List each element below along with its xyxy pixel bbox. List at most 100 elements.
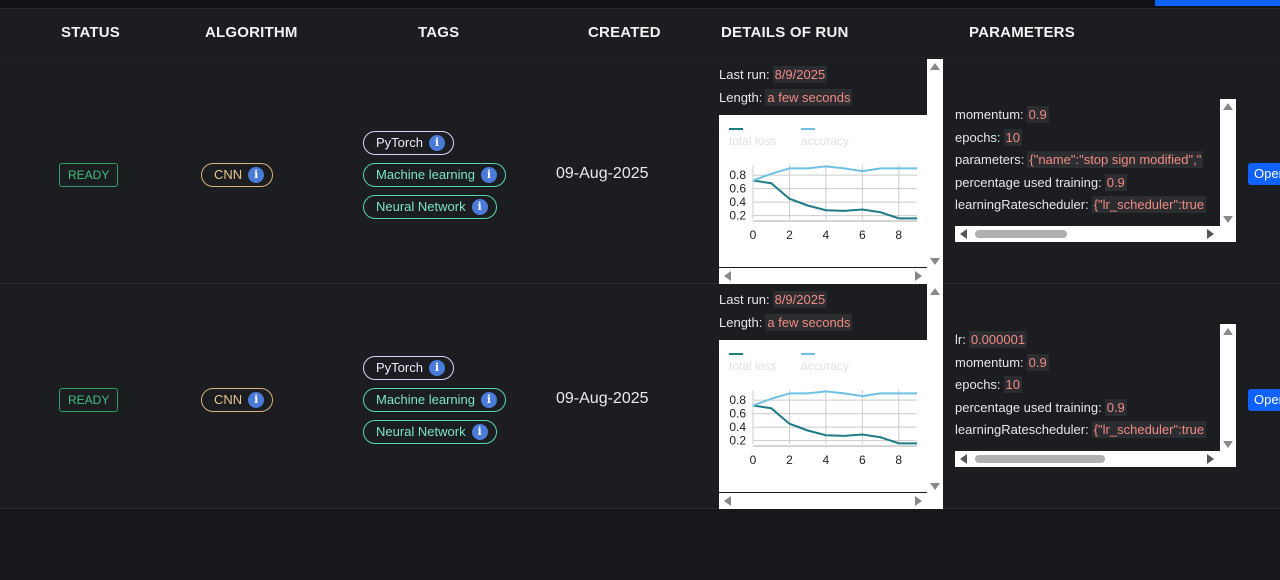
y-tick-label: 0.6 (729, 407, 746, 421)
scroll-up-icon[interactable] (930, 288, 940, 295)
y-tick-label: 0.2 (729, 209, 746, 223)
run-chart: total loss accuracy 0.20.40.60.8 0 2 4 6 8 (719, 340, 927, 492)
header-tags[interactable]: TAGS (418, 24, 459, 41)
table-row[interactable]: READY CNN i PyTorch i Machine learning i… (0, 59, 1280, 284)
param-value: 0.9 (1026, 106, 1049, 123)
parameters-horizontal-scrollbar[interactable] (955, 226, 1236, 242)
last-run-line: Last run: 8/9/2025 (719, 66, 828, 83)
length-value: a few seconds (765, 89, 853, 106)
legend-label: total loss (729, 359, 776, 373)
param-value: {"lr_scheduler":true (1091, 421, 1207, 438)
info-icon[interactable]: i (471, 424, 488, 440)
scroll-down-icon[interactable] (930, 483, 940, 490)
param-key: momentum: (955, 355, 1024, 370)
parameters-vertical-scrollbar[interactable] (1220, 324, 1236, 452)
scroll-left-icon[interactable] (724, 496, 731, 506)
table-footer-space (0, 510, 1280, 580)
param-value: 0.9 (1104, 174, 1127, 191)
parameters-vertical-scrollbar[interactable] (1220, 99, 1236, 227)
info-icon[interactable]: i (471, 199, 488, 215)
scroll-right-icon[interactable] (1207, 454, 1214, 464)
header-parameters[interactable]: PARAMETERS (969, 24, 1075, 41)
tag-label: Neural Network (376, 424, 466, 439)
scroll-down-icon[interactable] (1223, 441, 1233, 448)
open-button[interactable]: Open (1248, 163, 1280, 185)
details-vertical-scrollbar[interactable] (927, 284, 943, 494)
legend-label: total loss (729, 134, 776, 148)
scroll-left-icon[interactable] (960, 454, 967, 464)
scroll-left-icon[interactable] (960, 229, 967, 239)
parameters-panel: lr: 0.000001 momentum: 0.9 epochs: 10 perce… (955, 284, 1236, 509)
table-header: STATUS ALGORITHM TAGS CREATED DETAILS OF… (0, 8, 1280, 58)
param-value: 0.9 (1104, 399, 1127, 416)
tag-pill-pytorch: PyTorch i (363, 356, 454, 380)
top-bar (0, 0, 1280, 8)
parameter-line: percentage used training: 0.9 (955, 174, 1127, 191)
tag-pill-machine-learning: Machine learning i (363, 388, 507, 412)
scroll-right-icon[interactable] (915, 271, 922, 281)
info-icon[interactable]: i (481, 392, 498, 408)
scroll-thumb[interactable] (975, 230, 1067, 238)
param-key: epochs: (955, 377, 1001, 392)
parameters-horizontal-scrollbar[interactable] (955, 451, 1236, 467)
header-details[interactable]: DETAILS OF RUN (721, 24, 849, 41)
param-value: {"name":"stop sign modified"," (1027, 151, 1204, 168)
scroll-down-icon[interactable] (930, 258, 940, 265)
parameters-list: lr: 0.000001 momentum: 0.9 epochs: 10 perce… (955, 324, 1220, 440)
parameter-line: lr: 0.000001 (955, 331, 1028, 348)
scroll-right-icon[interactable] (1207, 229, 1214, 239)
info-icon[interactable]: i (481, 167, 498, 183)
tag-label: Machine learning (376, 392, 476, 407)
status-badge: READY (59, 388, 119, 412)
open-button[interactable]: Open (1248, 389, 1280, 411)
scroll-left-icon[interactable] (724, 271, 731, 281)
y-tick-label: 0.4 (729, 420, 746, 434)
tag-label: Neural Network (376, 199, 466, 214)
info-icon[interactable]: i (428, 135, 445, 151)
parameter-line: percentage used training: 0.9 (955, 399, 1127, 416)
x-tick-label: 6 (859, 453, 866, 467)
x-tick-label: 4 (823, 228, 830, 242)
scroll-down-icon[interactable] (1223, 216, 1233, 223)
tag-label: Machine learning (376, 167, 476, 182)
algorithm-pill: CNN i (201, 163, 274, 187)
param-key: learningRatescheduler: (955, 422, 1089, 437)
header-created[interactable]: CREATED (588, 24, 661, 41)
scroll-right-icon[interactable] (915, 496, 922, 506)
info-icon[interactable]: i (248, 392, 265, 408)
parameter-line: momentum: 0.9 (955, 106, 1049, 123)
param-key: learningRatescheduler: (955, 197, 1089, 212)
x-tick-label: 2 (786, 228, 793, 242)
x-tick-label: 4 (823, 453, 830, 467)
tag-pill-neural-network: Neural Network i (363, 420, 497, 444)
scroll-up-icon[interactable] (930, 63, 940, 70)
info-icon[interactable]: i (428, 360, 445, 376)
x-tick-label: 8 (895, 228, 902, 242)
info-icon[interactable]: i (248, 167, 265, 183)
y-tick-label: 0.2 (729, 434, 746, 448)
param-key: epochs: (955, 130, 1001, 145)
x-tick-label: 0 (750, 453, 757, 467)
top-bar-accent (1155, 0, 1280, 6)
param-value: {"lr_scheduler":true (1091, 196, 1207, 213)
parameter-line: epochs: 10 (955, 129, 1023, 146)
header-status[interactable]: STATUS (61, 24, 120, 41)
scroll-thumb[interactable] (975, 455, 1105, 463)
length-label: Length: (719, 315, 763, 330)
run-chart: total loss accuracy 0.20.40.60.8 0 2 4 6 8 (719, 115, 927, 267)
algorithm-label: CNN (214, 167, 243, 182)
details-horizontal-scrollbar[interactable] (719, 493, 943, 509)
table-row[interactable]: READY CNN i PyTorch i Machine learning i… (0, 284, 1280, 509)
param-value: 0.9 (1026, 354, 1049, 371)
param-key: lr: (955, 332, 966, 347)
param-value: 10 (1003, 129, 1023, 146)
scroll-up-icon[interactable] (1223, 328, 1233, 335)
scroll-up-icon[interactable] (1223, 103, 1233, 110)
run-details-panel: Last run: 8/9/2025 Length: a few seconds t… (719, 59, 943, 284)
details-vertical-scrollbar[interactable] (927, 59, 943, 269)
details-horizontal-scrollbar[interactable] (719, 268, 943, 284)
run-details-panel: Last run: 8/9/2025 Length: a few seconds t… (719, 284, 943, 509)
header-algorithm[interactable]: ALGORITHM (205, 24, 298, 41)
algorithm-pill: CNN i (201, 388, 274, 412)
param-key: parameters: (955, 152, 1025, 167)
